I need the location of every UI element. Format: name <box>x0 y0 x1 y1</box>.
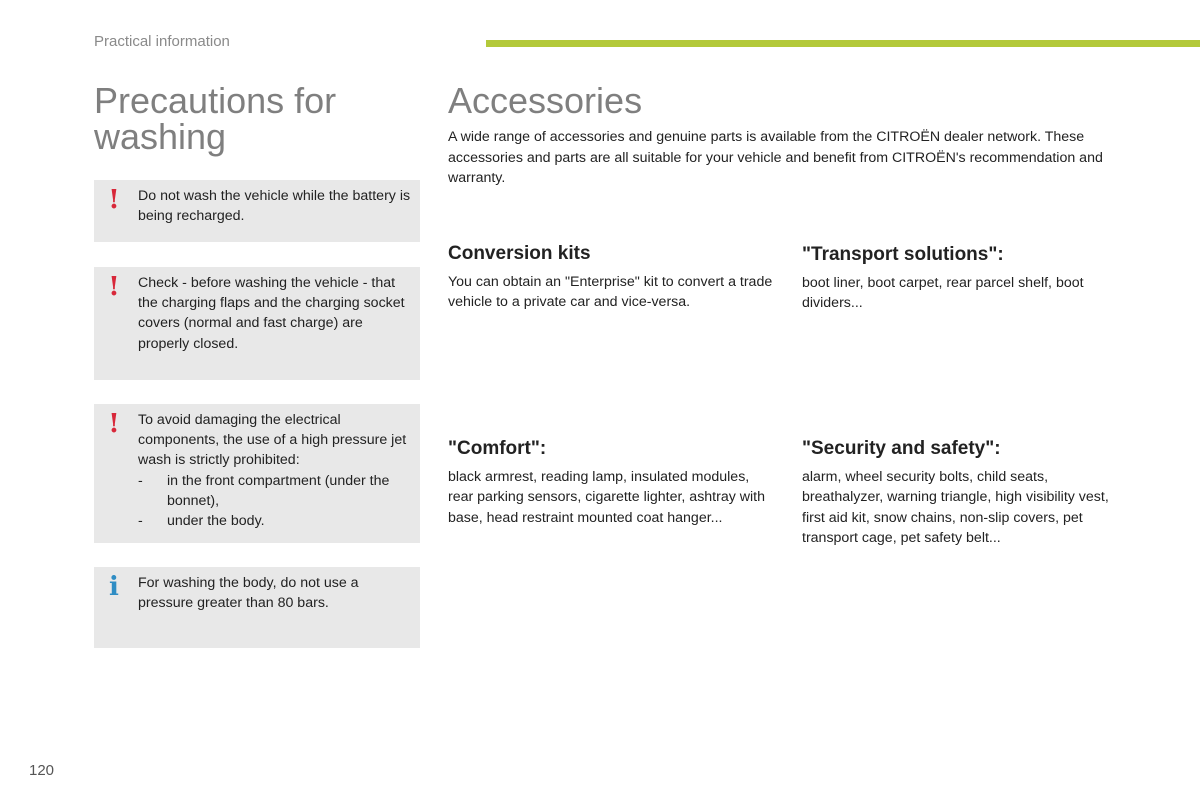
section-comfort: "Comfort": black armrest, reading lamp, … <box>448 438 778 528</box>
notice-text: Check - before washing the vehicle - tha… <box>138 275 405 352</box>
section-heading: "Comfort": <box>448 438 547 459</box>
bullet-item: - under the body. <box>138 511 412 531</box>
warning-notice-high-pressure: ! To avoid damaging the electrical compo… <box>94 404 420 543</box>
info-notice-pressure: i For washing the body, do not use a pre… <box>94 567 420 648</box>
accessories-title: Accessories <box>448 80 643 121</box>
bullet-item: - in the front compartment (under the bo… <box>138 471 412 511</box>
notice-text: Do not wash the vehicle while the batter… <box>138 188 411 225</box>
section-body: black armrest, reading lamp, insulated m… <box>448 469 766 526</box>
section-heading: Conversion kits <box>448 243 591 264</box>
section-body: You can obtain an "Enterprise" kit to co… <box>448 274 773 311</box>
section-body: alarm, wheel security bolts, child seats… <box>802 469 1109 546</box>
info-icon: i <box>109 572 119 602</box>
section-body: boot liner, boot carpet, rear parcel she… <box>802 275 1084 312</box>
page-number: 120 <box>29 762 55 779</box>
header-accent-bar <box>486 40 1200 47</box>
section-transport-solutions: "Transport solutions": boot liner, boot … <box>802 244 1132 314</box>
section-heading: "Security and safety": <box>802 438 1001 459</box>
notice-text: For washing the body, do not use a press… <box>138 575 359 612</box>
warning-exclamation-icon: ! <box>108 185 120 215</box>
section-conversion-kits: Conversion kits You can obtain an "Enter… <box>448 243 778 313</box>
bullet-dash: - <box>138 513 143 530</box>
notice-content: To avoid damaging the electrical compone… <box>138 410 412 531</box>
bullet-text: under the body. <box>167 513 265 530</box>
bullet-dash: - <box>138 472 143 489</box>
section-heading: "Transport solutions": <box>802 244 1004 265</box>
accessories-intro: A wide range of accessories and genuine … <box>448 129 1103 186</box>
precautions-title: Precautions for washing <box>94 80 337 157</box>
bullet-text: in the front compartment (under the bonn… <box>167 472 390 509</box>
warning-notice-charging: ! Do not wash the vehicle while the batt… <box>94 180 420 242</box>
section-security-safety: "Security and safety": alarm, wheel secu… <box>802 438 1132 548</box>
warning-notice-flaps: ! Check - before washing the vehicle - t… <box>94 267 420 380</box>
warning-exclamation-icon: ! <box>108 409 120 439</box>
notice-text: To avoid damaging the electrical compone… <box>138 412 407 469</box>
warning-exclamation-icon: ! <box>108 272 120 302</box>
section-label: Practical information <box>94 33 230 50</box>
